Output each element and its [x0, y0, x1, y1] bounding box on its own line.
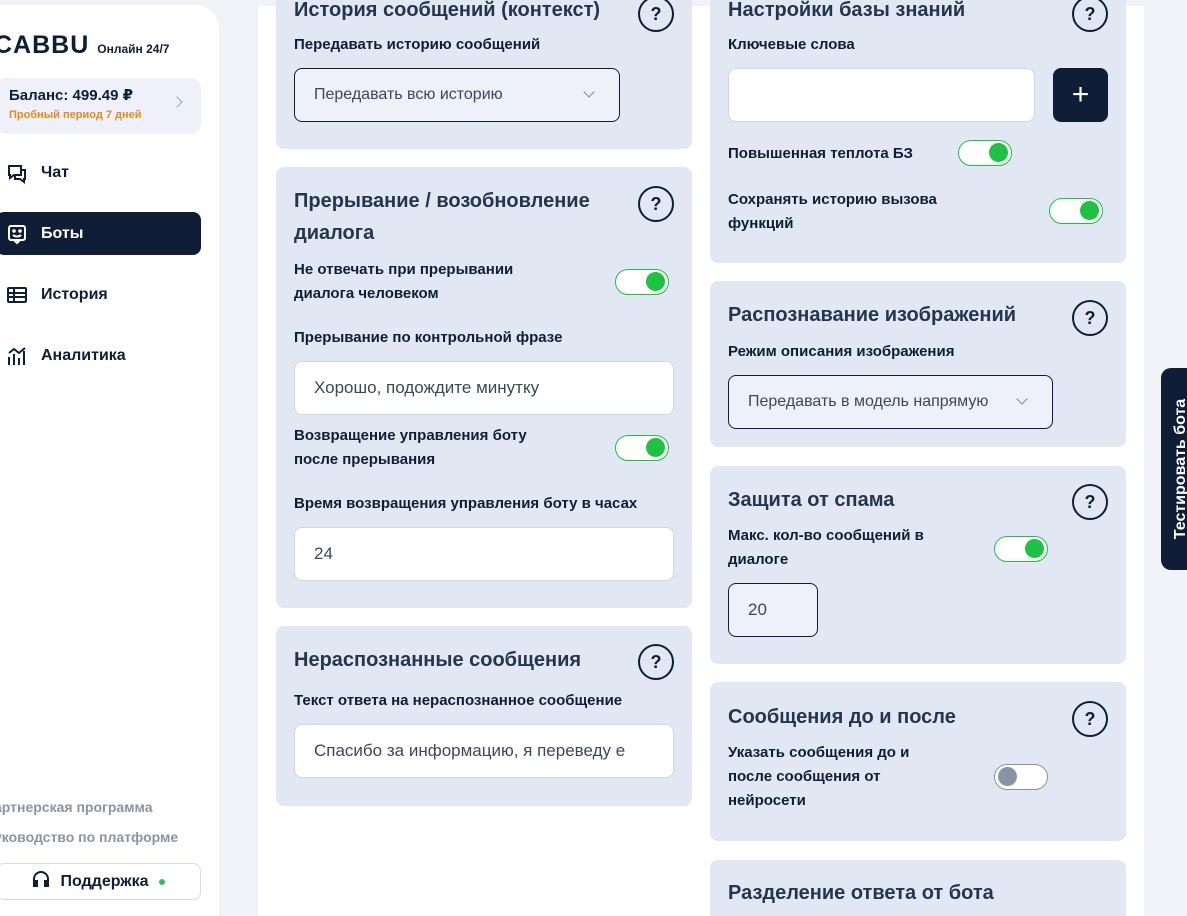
- return-control-toggle[interactable]: [615, 435, 669, 461]
- analytics-icon: [6, 345, 28, 367]
- spam-limit-toggle[interactable]: [994, 536, 1048, 562]
- spam-label-2: диалоге: [728, 551, 789, 568]
- hours-label: Время возвращения управления боту в часа…: [294, 495, 638, 512]
- card-title-line1: Прерывание / возобновление: [294, 190, 590, 212]
- unrecognized-label: Текст ответа на нераспознанное сообщение: [294, 692, 623, 709]
- image-mode-select[interactable]: Передавать в модель напрямую: [728, 375, 1053, 429]
- balance-card[interactable]: Баланс: 499.49 ₽ Пробный период 7 дней: [0, 78, 201, 134]
- toggle-knob: [1025, 539, 1044, 558]
- logo-subtitle: Онлайн 24/7: [97, 42, 170, 56]
- add-keyword-button[interactable]: +: [1053, 68, 1108, 122]
- support-button[interactable]: Поддержка: [0, 863, 201, 900]
- trial-period: Пробный период 7 дней: [9, 109, 142, 121]
- card-title: Нераспознанные сообщения: [294, 649, 582, 671]
- help-icon[interactable]: ?: [638, 644, 674, 680]
- no-reply-label-1: Не отвечать при прерывании: [294, 261, 514, 278]
- select-value: Передавать в модель напрямую: [748, 393, 989, 410]
- no-reply-toggle[interactable]: [615, 269, 669, 295]
- help-icon[interactable]: ?: [638, 0, 674, 32]
- help-icon[interactable]: ?: [1072, 484, 1108, 520]
- before-after-label-2: после сообщения от: [728, 768, 881, 785]
- platform-guide-link[interactable]: уководство по платформе: [0, 829, 178, 845]
- return-label-2: после прерывания: [294, 451, 436, 468]
- card-title: Защита от спама: [728, 489, 895, 511]
- card-title: Настройки базы знаний: [728, 0, 966, 21]
- nav-item-bots[interactable]: Боты: [0, 212, 201, 255]
- card-title: История сообщений (контекст): [294, 0, 601, 21]
- image-recognition-card: Распознавание изображений ? Режим описан…: [710, 281, 1126, 447]
- chevron-down-icon: [1016, 393, 1028, 405]
- unrecognized-reply-input[interactable]: Спасибо за информацию, я переведу е: [294, 724, 674, 778]
- history-label: Передавать историю сообщений: [294, 36, 541, 53]
- nav-label: Боты: [41, 224, 84, 242]
- no-reply-label-2: диалога человеком: [294, 285, 439, 302]
- before-after-messages-card: Сообщения до и после ? Указать сообщения…: [710, 682, 1126, 841]
- knowledge-base-card: Настройки базы знаний ? Ключевые слова +…: [710, 0, 1126, 263]
- toggle-knob: [1080, 201, 1099, 220]
- help-icon[interactable]: ?: [1072, 701, 1108, 737]
- history-mode-select[interactable]: Передавать всю историю: [294, 68, 620, 122]
- before-after-label-3: нейросети: [728, 792, 806, 809]
- online-status-dot: [158, 878, 165, 885]
- image-mode-label: Режим описания изображения: [728, 343, 955, 360]
- card-title: Разделение ответа от бота: [728, 882, 994, 904]
- toggle-knob: [646, 438, 665, 457]
- split-response-card: Разделение ответа от бота: [710, 860, 1126, 916]
- select-value: Передавать всю историю: [314, 86, 503, 103]
- kb-temperature-toggle[interactable]: [958, 140, 1012, 166]
- unrecognized-messages-card: Нераспознанные сообщения ? Текст ответа …: [276, 626, 692, 806]
- help-icon[interactable]: ?: [638, 186, 674, 222]
- nav-label: История: [41, 285, 108, 303]
- help-icon[interactable]: ?: [1072, 300, 1108, 336]
- test-bot-tab[interactable]: Тестировать бота: [1161, 368, 1187, 570]
- card-title: Сообщения до и после: [728, 706, 956, 728]
- save-function-history-toggle[interactable]: [1049, 198, 1103, 224]
- save-history-label-2: функций: [728, 215, 794, 232]
- toggle-knob: [998, 767, 1017, 786]
- card-title-line2: диалога: [294, 222, 375, 244]
- before-after-toggle[interactable]: [994, 764, 1048, 790]
- spam-label-1: Макс. кол-во сообщений в: [728, 527, 924, 544]
- toggle-knob: [646, 272, 665, 291]
- support-label: Поддержка: [60, 872, 149, 890]
- chevron-down-icon: [583, 86, 595, 98]
- test-bot-label: Тестировать бота: [1172, 398, 1187, 540]
- keywords-input[interactable]: [728, 68, 1035, 122]
- bot-icon: [6, 223, 28, 245]
- nav-label: Аналитика: [41, 346, 126, 364]
- spam-protection-card: Защита от спама ? Макс. кол-во сообщений…: [710, 466, 1126, 664]
- nav-item-history[interactable]: История: [0, 273, 201, 316]
- logo[interactable]: CABBU Онлайн 24/7: [0, 31, 169, 60]
- help-icon[interactable]: ?: [1072, 0, 1108, 32]
- kb-temperature-label: Повышенная теплота БЗ: [728, 145, 913, 162]
- history-context-card: История сообщений (контекст) ? Передават…: [276, 0, 692, 149]
- return-label-1: Возвращение управления боту: [294, 427, 527, 444]
- max-messages-input[interactable]: 20: [728, 583, 818, 637]
- nav-label: Чат: [41, 163, 69, 181]
- before-after-label-1: Указать сообщения до и: [728, 744, 910, 761]
- toggle-knob: [989, 143, 1008, 162]
- phrase-label: Прерывание по контрольной фразе: [294, 329, 563, 346]
- nav-item-analytics[interactable]: Аналитика: [0, 334, 201, 377]
- nav-item-chat[interactable]: Чат: [0, 151, 201, 194]
- control-phrase-input[interactable]: Хорошо, подождите минутку: [294, 361, 674, 415]
- main-nav: Чат Боты История Аналитика: [0, 151, 201, 395]
- logo-text: CABBU: [0, 31, 90, 59]
- headphones-icon: [32, 870, 50, 893]
- sidebar: CABBU Онлайн 24/7 Баланс: 499.49 ₽ Пробн…: [0, 5, 219, 916]
- partner-program-link[interactable]: артнерская программа: [0, 799, 152, 815]
- chat-icon: [6, 162, 28, 184]
- return-hours-input[interactable]: 24: [294, 527, 674, 581]
- interrupt-resume-card: Прерывание / возобновление диалога ? Не …: [276, 167, 692, 608]
- save-history-label-1: Сохранять историю вызова: [728, 191, 937, 208]
- keywords-label: Ключевые слова: [728, 36, 855, 53]
- table-icon: [6, 284, 28, 306]
- card-title: Распознавание изображений: [728, 304, 1017, 326]
